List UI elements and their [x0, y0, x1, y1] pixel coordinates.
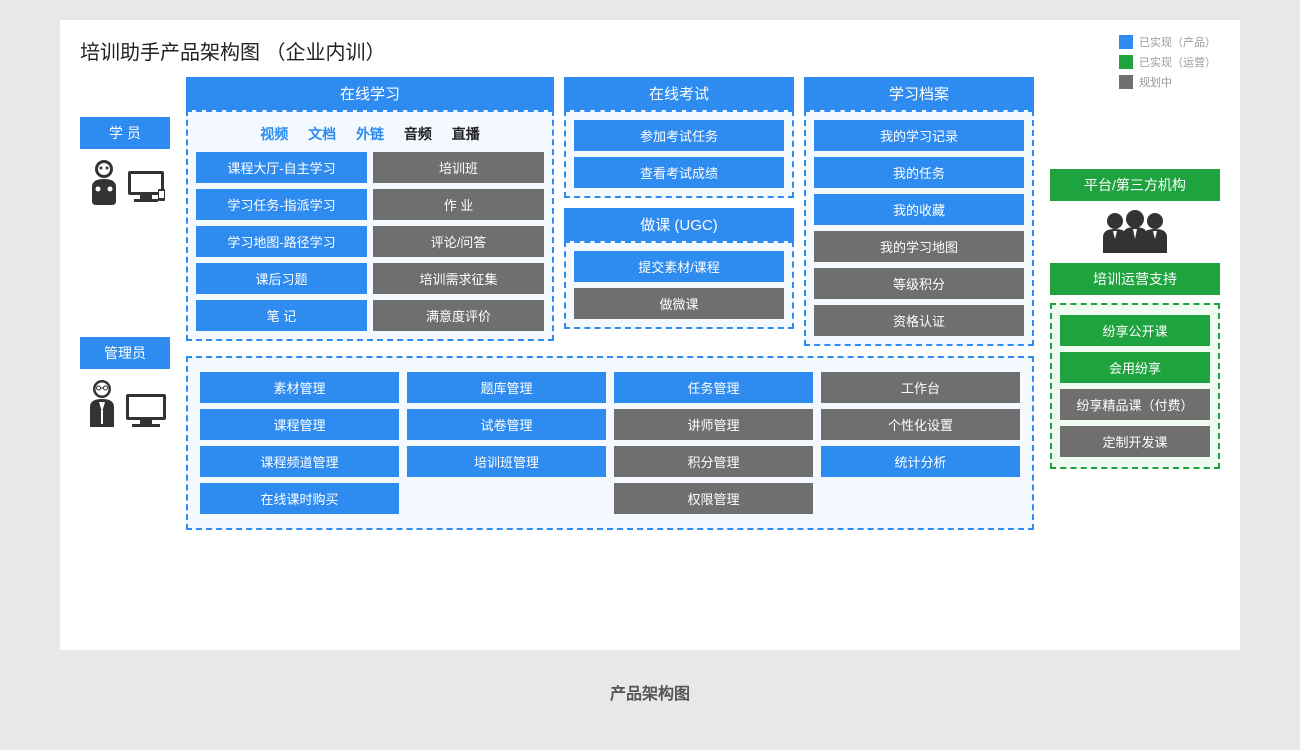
item: 评论/问答 — [373, 226, 544, 257]
item: 培训班管理 — [407, 446, 606, 477]
support-header: 培训运营支持 — [1050, 263, 1220, 295]
page-title: 培训助手产品架构图 （企业内训） — [80, 36, 1220, 65]
item: 课程频道管理 — [200, 446, 399, 477]
group-icon — [1050, 209, 1220, 255]
legend-label: 已实现（运营） — [1139, 54, 1216, 70]
tab-live: 直播 — [452, 126, 480, 142]
item: 作 业 — [373, 189, 544, 220]
tab-doc: 文档 — [308, 126, 336, 142]
tab-link: 外链 — [356, 126, 384, 142]
item: 纷享精品课（付费） — [1060, 389, 1210, 420]
item: 等级积分 — [814, 268, 1024, 299]
sec-profile: 学习档案 — [804, 77, 1034, 110]
item: 培训需求征集 — [373, 263, 544, 294]
tabs: 视频 文档 外链 音频 直播 — [196, 120, 544, 152]
caption: 产品架构图 — [0, 680, 1300, 704]
item: 学习任务-指派学习 — [196, 189, 367, 220]
legend-swatch-blue — [1119, 35, 1133, 49]
item: 我的任务 — [814, 157, 1024, 188]
item: 课后习题 — [196, 263, 367, 294]
item: 定制开发课 — [1060, 426, 1210, 457]
item: 资格认证 — [814, 305, 1024, 336]
item: 我的学习地图 — [814, 231, 1024, 262]
item: 工作台 — [821, 372, 1020, 403]
item: 讲师管理 — [614, 409, 813, 440]
tab-video: 视频 — [260, 126, 288, 142]
item: 培训班 — [373, 152, 544, 183]
legend-swatch-green — [1119, 55, 1133, 69]
item: 提交素材/课程 — [574, 251, 784, 282]
item: 满意度评价 — [373, 300, 544, 331]
role-admin: 管理员 — [80, 337, 170, 369]
item: 权限管理 — [614, 483, 813, 514]
admin-icon — [80, 377, 170, 432]
item: 纷享公开课 — [1060, 315, 1210, 346]
item: 会用纷享 — [1060, 352, 1210, 383]
item: 做微课 — [574, 288, 784, 319]
item: 试卷管理 — [407, 409, 606, 440]
legend: 已实现（产品） 已实现（运营） 规划中 — [1119, 34, 1216, 94]
item: 我的收藏 — [814, 194, 1024, 225]
item: 我的学习记录 — [814, 120, 1024, 151]
legend-label: 已实现（产品） — [1139, 34, 1216, 50]
platform-header: 平台/第三方机构 — [1050, 169, 1220, 201]
role-student: 学 员 — [80, 117, 170, 149]
item: 在线课时购买 — [200, 483, 399, 514]
item: 任务管理 — [614, 372, 813, 403]
item: 素材管理 — [200, 372, 399, 403]
item: 参加考试任务 — [574, 120, 784, 151]
item: 笔 记 — [196, 300, 367, 331]
item: 学习地图-路径学习 — [196, 226, 367, 257]
item: 积分管理 — [614, 446, 813, 477]
sec-online-learning: 在线学习 — [186, 77, 554, 110]
item: 课程大厅-自主学习 — [196, 152, 367, 183]
student-icon — [80, 157, 170, 207]
item: 统计分析 — [821, 446, 1020, 477]
sec-ugc: 做课 (UGC) — [564, 208, 794, 241]
item: 课程管理 — [200, 409, 399, 440]
tab-audio: 音频 — [404, 126, 432, 142]
item: 个性化设置 — [821, 409, 1020, 440]
legend-label: 规划中 — [1139, 74, 1172, 90]
legend-swatch-gray — [1119, 75, 1133, 89]
item: 题库管理 — [407, 372, 606, 403]
item: 查看考试成绩 — [574, 157, 784, 188]
sec-online-exam: 在线考试 — [564, 77, 794, 110]
